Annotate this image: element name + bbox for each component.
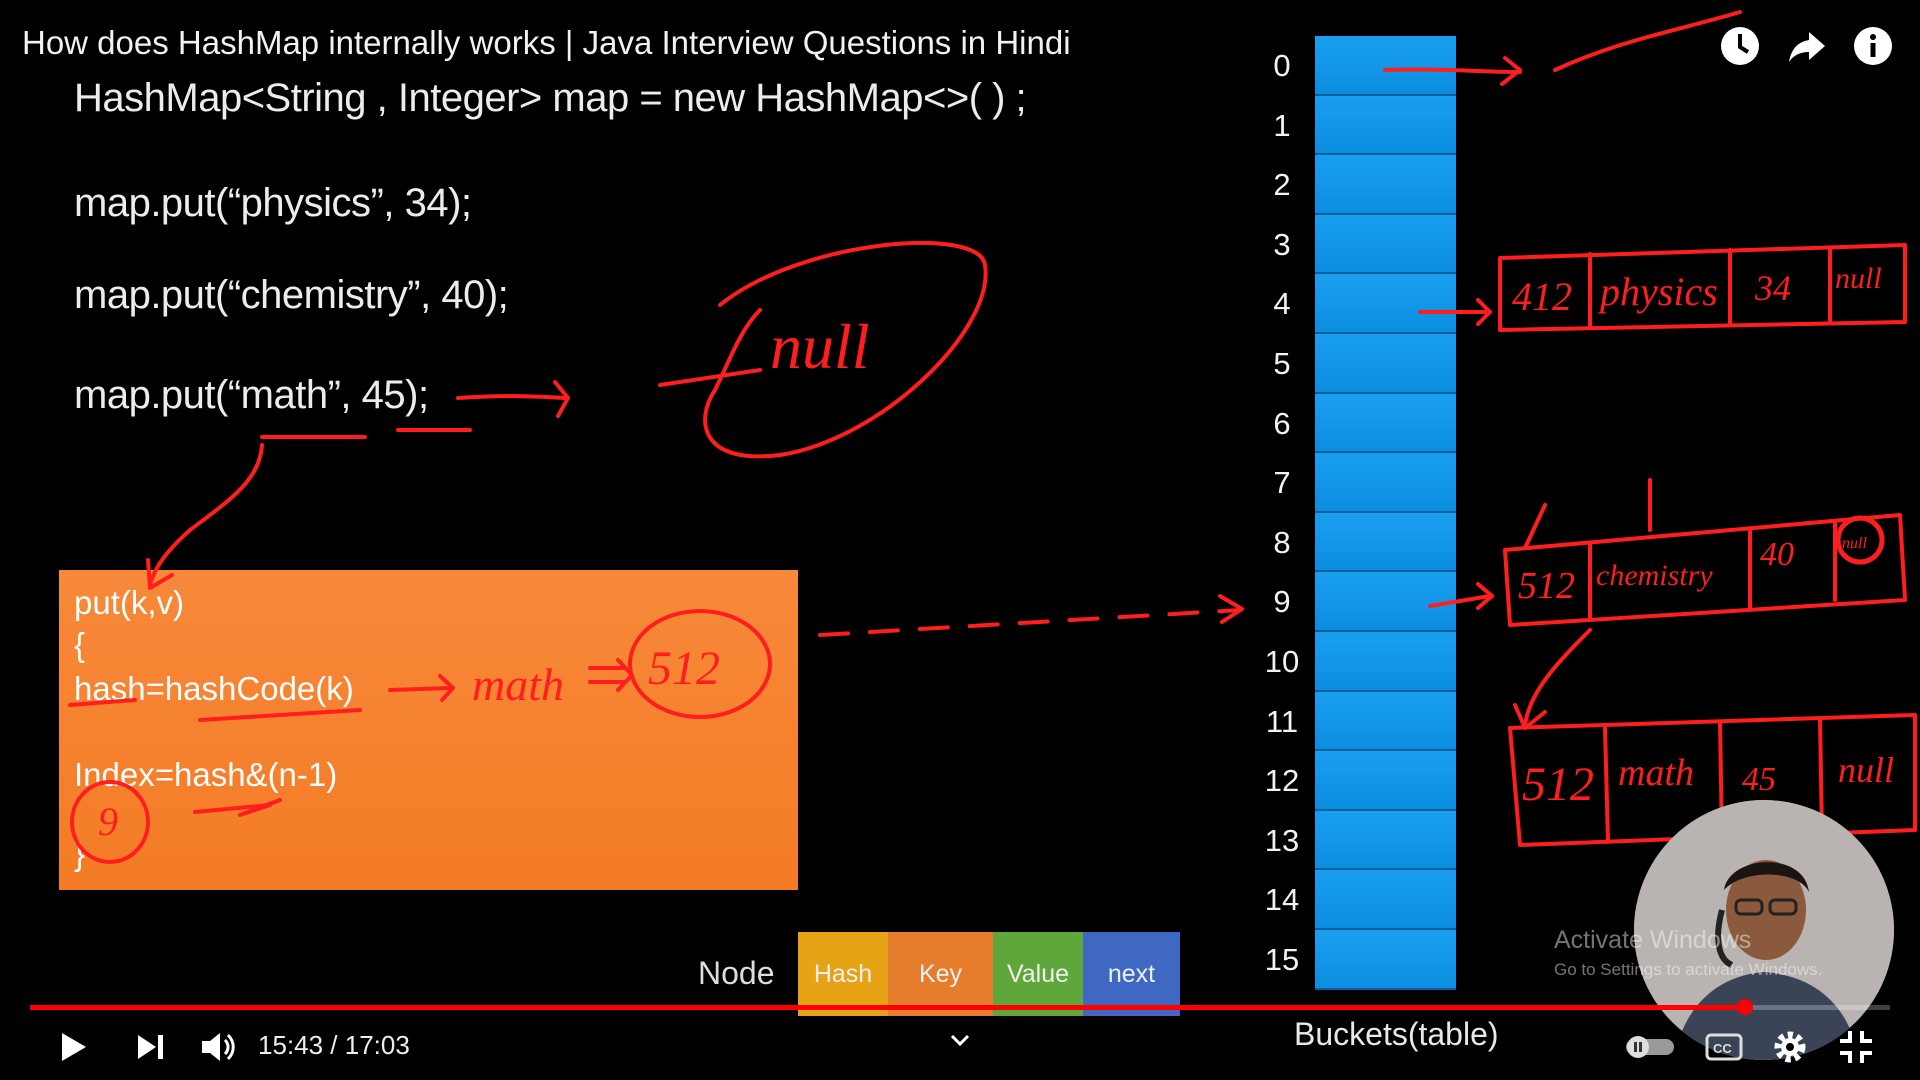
node3-key: math [1618,752,1694,794]
captions-icon[interactable]: CC [1702,1025,1746,1069]
node1-hash: 412 [1512,274,1572,319]
svg-text:CC: CC [1713,1041,1732,1056]
node2-value: 40 [1760,536,1794,573]
next-icon[interactable] [128,1025,172,1069]
progress-scrubber[interactable] [1737,999,1753,1015]
hash-value-label: 512 [648,642,720,695]
autoplay-toggle-icon[interactable] [1622,1025,1678,1069]
activate-windows-title: Activate Windows [1554,926,1752,954]
node3-next: null [1838,750,1894,790]
node1-next: null [1835,262,1882,295]
activate-windows-subtitle: Go to Settings to activate Windows. [1554,960,1823,979]
math-label: math [472,659,564,710]
node3-hash: 512 [1522,758,1594,811]
volume-icon[interactable] [196,1025,240,1069]
play-icon[interactable] [50,1025,94,1069]
ink-annotations: null math 512 9 412 physics 34 null 512 … [68,10,1917,864]
index-value-label: 9 [98,799,118,844]
node3-value: 45 [1742,761,1776,798]
node2-next: null [1842,535,1867,552]
node2-hash: 512 [1518,565,1575,607]
settings-gear-icon[interactable] [1768,1025,1812,1069]
exit-fullscreen-icon[interactable] [1834,1025,1878,1069]
chevron-down-icon[interactable] [940,1022,980,1062]
math-arrow-line [456,394,567,400]
node1-value: 34 [1754,268,1791,308]
node1-key: physics [1597,269,1718,314]
node2-key: chemistry [1596,559,1713,592]
time-display: 15:43 / 17:03 [258,1030,410,1060]
progress-played [30,1005,1745,1010]
null-bubble-text: null [770,311,870,382]
